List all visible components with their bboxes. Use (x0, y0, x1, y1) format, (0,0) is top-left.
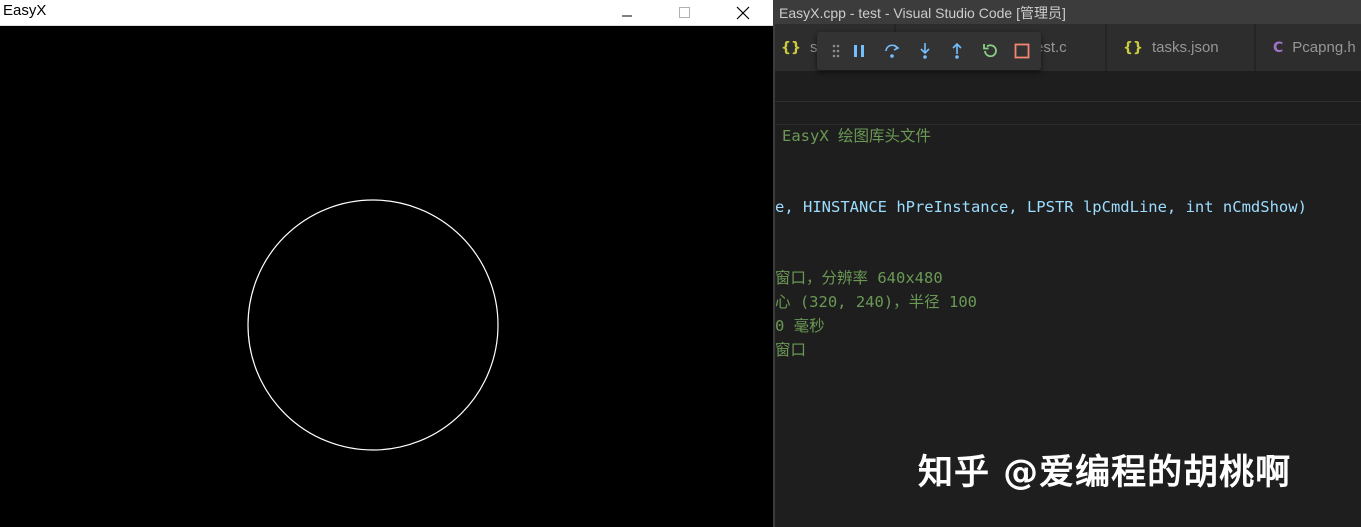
vscode-window-title: EasyX.cpp - test - Visual Studio Code [管… (779, 5, 1066, 21)
close-icon (736, 6, 749, 19)
step-into-icon (920, 43, 930, 59)
maximize-icon (678, 6, 690, 18)
restart-icon (983, 44, 997, 58)
code-comment-line: EasyX 绘图库头文件 (782, 127, 931, 145)
drawing-area (247, 199, 499, 451)
pause-button[interactable] (848, 40, 870, 62)
restart-button[interactable] (979, 40, 1001, 62)
json-icon: {} (781, 39, 801, 56)
divider (775, 124, 1361, 125)
step-out-icon (952, 42, 962, 59)
pause-icon (854, 45, 864, 57)
tab-tasks-json[interactable]: {} tasks.json (1107, 24, 1255, 71)
drawn-circle (247, 199, 499, 451)
drag-handle-icon (832, 44, 840, 58)
minimize-icon (621, 15, 632, 16)
step-over-icon (885, 44, 900, 58)
code-comment-line: 窗口，分辨率 640x480 (775, 269, 943, 287)
watermark-text: 知乎 @爱编程的胡桃啊 (918, 453, 1292, 493)
maximize-button[interactable] (662, 0, 707, 25)
debug-toolbar (817, 32, 1041, 70)
code-comment-line: 窗口 (775, 341, 807, 359)
easyx-window: EasyX (0, 0, 773, 527)
breadcrumb (775, 71, 1361, 101)
code-comment-line: 0 毫秒 (775, 317, 825, 335)
step-over-button[interactable] (881, 40, 903, 62)
easyx-canvas (0, 26, 773, 527)
minimize-button[interactable] (604, 0, 649, 25)
vscode-titlebar[interactable]: EasyX.cpp - test - Visual Studio Code [管… (775, 0, 1361, 24)
step-out-button[interactable] (946, 40, 968, 62)
drag-handle[interactable] (825, 40, 847, 62)
stop-button[interactable] (1011, 40, 1033, 62)
divider (775, 101, 1361, 102)
tab-label: Pcapng.h (1292, 39, 1356, 56)
tab-label: tasks.json (1151, 39, 1219, 56)
stop-icon (1014, 43, 1030, 59)
c-file-icon: C (1273, 39, 1284, 56)
easyx-window-title: EasyX (3, 2, 47, 19)
json-icon: {} (1123, 39, 1143, 56)
tab-pcapng-h[interactable]: C Pcapng.h (1256, 24, 1361, 71)
close-button[interactable] (720, 0, 765, 25)
easyx-titlebar[interactable]: EasyX (0, 0, 773, 26)
step-into-button[interactable] (914, 40, 936, 62)
code-comment-line: 心 (320, 240)，半径 100 (775, 293, 977, 311)
code-line-winmain: e, HINSTANCE hPreInstance, LPSTR lpCmdLi… (775, 198, 1307, 216)
